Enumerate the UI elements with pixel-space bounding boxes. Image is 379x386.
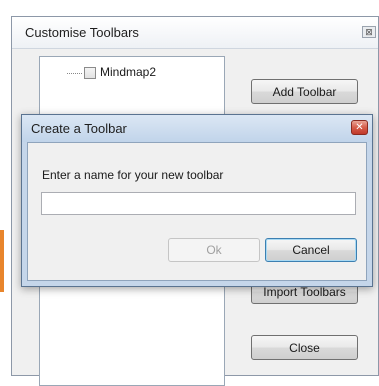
cancel-button[interactable]: Cancel	[265, 238, 357, 262]
toolbar-name-input[interactable]	[41, 192, 356, 215]
create-toolbar-title-bar[interactable]: Create a Toolbar ✕	[22, 115, 372, 142]
create-toolbar-dialog: Create a Toolbar ✕ Enter a name for your…	[21, 114, 373, 287]
add-toolbar-button[interactable]: Add Toolbar	[251, 79, 358, 104]
tree-item-label[interactable]: Mindmap2	[100, 65, 156, 79]
customise-toolbars-title: Customise Toolbars	[25, 25, 139, 40]
create-toolbar-body: Enter a name for your new toolbar Ok Can…	[27, 142, 367, 281]
tree-connector-line	[67, 73, 82, 74]
close-icon[interactable]: ⊠	[362, 26, 376, 38]
create-toolbar-title: Create a Toolbar	[31, 121, 127, 136]
close-button[interactable]: Close	[251, 335, 358, 360]
customise-toolbars-title-bar[interactable]: Customise Toolbars ⊠	[12, 17, 378, 49]
background-accent-stripe	[0, 230, 4, 292]
toolbar-name-prompt: Enter a name for your new toolbar	[42, 168, 224, 182]
tree-item-checkbox[interactable]	[84, 67, 96, 79]
ok-button[interactable]: Ok	[168, 238, 260, 262]
close-icon[interactable]: ✕	[351, 120, 368, 135]
